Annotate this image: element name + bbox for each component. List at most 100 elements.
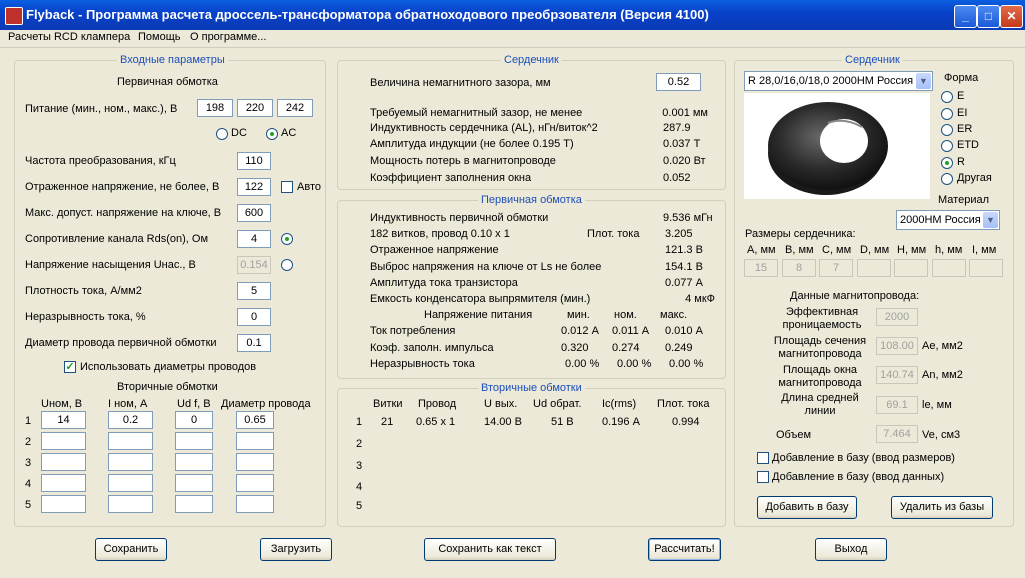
core-row-value: 0.001 мм [662, 107, 708, 119]
primary-row-label: Выброс напряжения на ключе от Ls не боле… [370, 261, 602, 273]
freq-label: Частота преобразования, кГц [25, 155, 176, 167]
shape-radio-other[interactable] [941, 173, 953, 185]
shape-radio-ei[interactable] [941, 108, 953, 120]
add-data-label: Добавление в базу (ввод данных) [772, 471, 945, 483]
close-button[interactable]: ✕ [1000, 5, 1023, 28]
primary-results-title: Первичная обмотка [478, 194, 585, 206]
add-to-db-button[interactable]: Добавить в базу [757, 496, 857, 519]
sec-ud-input[interactable] [175, 495, 213, 513]
sec-ud-input[interactable] [175, 432, 213, 450]
minimize-button[interactable]: _ [954, 5, 977, 28]
use-diam-checkbox[interactable]: ✓ [64, 361, 76, 373]
gap-label: Величина немагнитного зазора, мм [370, 77, 551, 89]
dim-b-input[interactable]: 8 [782, 259, 816, 277]
sec-out-header: Витки [373, 398, 403, 410]
wire-input[interactable]: 0.1 [237, 334, 271, 352]
supply-row-label: Коэф. заполн. импульса [370, 342, 494, 354]
remove-from-db-button[interactable]: Удалить из базы [891, 496, 993, 519]
menu-rcd[interactable]: Расчеты RCD клампера [8, 31, 130, 43]
sec-ud-input[interactable] [175, 474, 213, 492]
freq-input[interactable]: 110 [237, 152, 271, 170]
wire-label: Диаметр провода первичной обмотки [25, 337, 217, 349]
save-as-text-button[interactable]: Сохранить как текст [424, 538, 556, 561]
calculate-button[interactable]: Рассчитать! [648, 538, 721, 561]
use-diam-label: Использовать диаметры проводов [80, 361, 257, 373]
dim-a-input[interactable]: 15 [744, 259, 778, 277]
sec-i-input[interactable] [108, 432, 153, 450]
sec-u-input[interactable] [41, 453, 86, 471]
sec-out-cell: 51 В [551, 416, 574, 428]
input-params-title: Входные параметры [117, 54, 228, 66]
rds-input[interactable]: 4 [237, 230, 271, 248]
maximize-button[interactable]: □ [977, 5, 1000, 28]
dim-header: D, мм [860, 244, 890, 256]
sec-wire-input[interactable]: 0.65 [236, 411, 274, 429]
jdens-input[interactable]: 5 [237, 282, 271, 300]
shape-radio-r[interactable] [941, 157, 953, 169]
core-row-label: Индуктивность сердечника (AL), нГн/виток… [370, 122, 598, 134]
shape-radio-er[interactable] [941, 124, 953, 136]
sec-u-input[interactable] [41, 495, 86, 513]
sec-row-num: 3 [25, 457, 32, 469]
core-row-value: 0.052 [663, 172, 691, 184]
shape-label-ei: EI [957, 107, 968, 119]
supply-nom-input[interactable]: 220 [237, 99, 273, 117]
dim-h2-input[interactable] [932, 259, 966, 277]
menu-about[interactable]: О программе... [190, 31, 266, 43]
sec-out-row-num: 1 [356, 416, 363, 428]
supply-max-input[interactable]: 242 [277, 99, 313, 117]
sec-u-input[interactable]: 14 [41, 411, 86, 429]
dim-header: h, мм [935, 244, 963, 256]
sec-wire-input[interactable] [236, 453, 274, 471]
dim-i-input[interactable] [969, 259, 1003, 277]
sec-u-input[interactable] [41, 432, 86, 450]
auto-checkbox[interactable] [281, 181, 293, 193]
rds-radio[interactable] [281, 233, 293, 245]
usat-input[interactable]: 0.154 [237, 256, 271, 274]
ac-radio[interactable] [266, 128, 278, 140]
sec-ud-input[interactable] [175, 453, 213, 471]
sec-wire-input[interactable] [236, 432, 274, 450]
mag-an-input[interactable]: 140.74 [876, 366, 918, 384]
supply-min-input[interactable]: 198 [197, 99, 233, 117]
dim-d-input[interactable] [857, 259, 891, 277]
primary-row-value: 154.1 В [665, 261, 703, 273]
core-results-title: Сердечник [501, 54, 562, 66]
sec-wire-input[interactable] [236, 474, 274, 492]
material-dropdown[interactable]: 2000НМ Россия ▼ [896, 210, 1000, 230]
sec-i-input[interactable] [108, 474, 153, 492]
usat-radio[interactable] [281, 259, 293, 271]
sec-i-input[interactable] [108, 453, 153, 471]
dim-h-input[interactable] [894, 259, 928, 277]
save-button[interactable]: Сохранить [95, 538, 167, 561]
continuity-input[interactable]: 0 [237, 308, 271, 326]
add-data-checkbox[interactable] [757, 471, 769, 483]
mag-mu-input[interactable]: 2000 [876, 308, 918, 326]
dc-radio[interactable] [216, 128, 228, 140]
mag-unit: le, мм [922, 399, 952, 411]
sec-u-input[interactable] [41, 474, 86, 492]
sec-i-input[interactable] [108, 495, 153, 513]
dim-c-input[interactable]: 7 [819, 259, 853, 277]
mag-ve-input[interactable]: 7.464 [876, 425, 918, 443]
mag-ae-input[interactable]: 108.00 [876, 337, 918, 355]
sec-i-input[interactable]: 0.2 [108, 411, 153, 429]
menu-help[interactable]: Помощь [138, 31, 181, 43]
add-dims-checkbox[interactable] [757, 452, 769, 464]
sec-row-num: 2 [25, 436, 32, 448]
exit-button[interactable]: Выход [815, 538, 887, 561]
app-icon [5, 7, 23, 25]
chevron-down-icon[interactable]: ▼ [916, 73, 931, 89]
sec-wire-input[interactable] [236, 495, 274, 513]
load-button[interactable]: Загрузить [260, 538, 332, 561]
chevron-down-icon[interactable]: ▼ [983, 212, 998, 228]
shape-radio-e[interactable] [941, 91, 953, 103]
core-select-dropdown[interactable]: R 28,0/16,0/18,0 2000НМ Россия ▼ [744, 71, 933, 91]
shape-radio-etd[interactable] [941, 140, 953, 152]
mag-le-input[interactable]: 69.1 [876, 396, 918, 414]
refl-input[interactable]: 122 [237, 178, 271, 196]
gap-input[interactable]: 0.52 [656, 73, 701, 91]
vmax-input[interactable]: 600 [237, 204, 271, 222]
sec-row-num: 5 [25, 499, 32, 511]
sec-ud-input[interactable]: 0 [175, 411, 213, 429]
